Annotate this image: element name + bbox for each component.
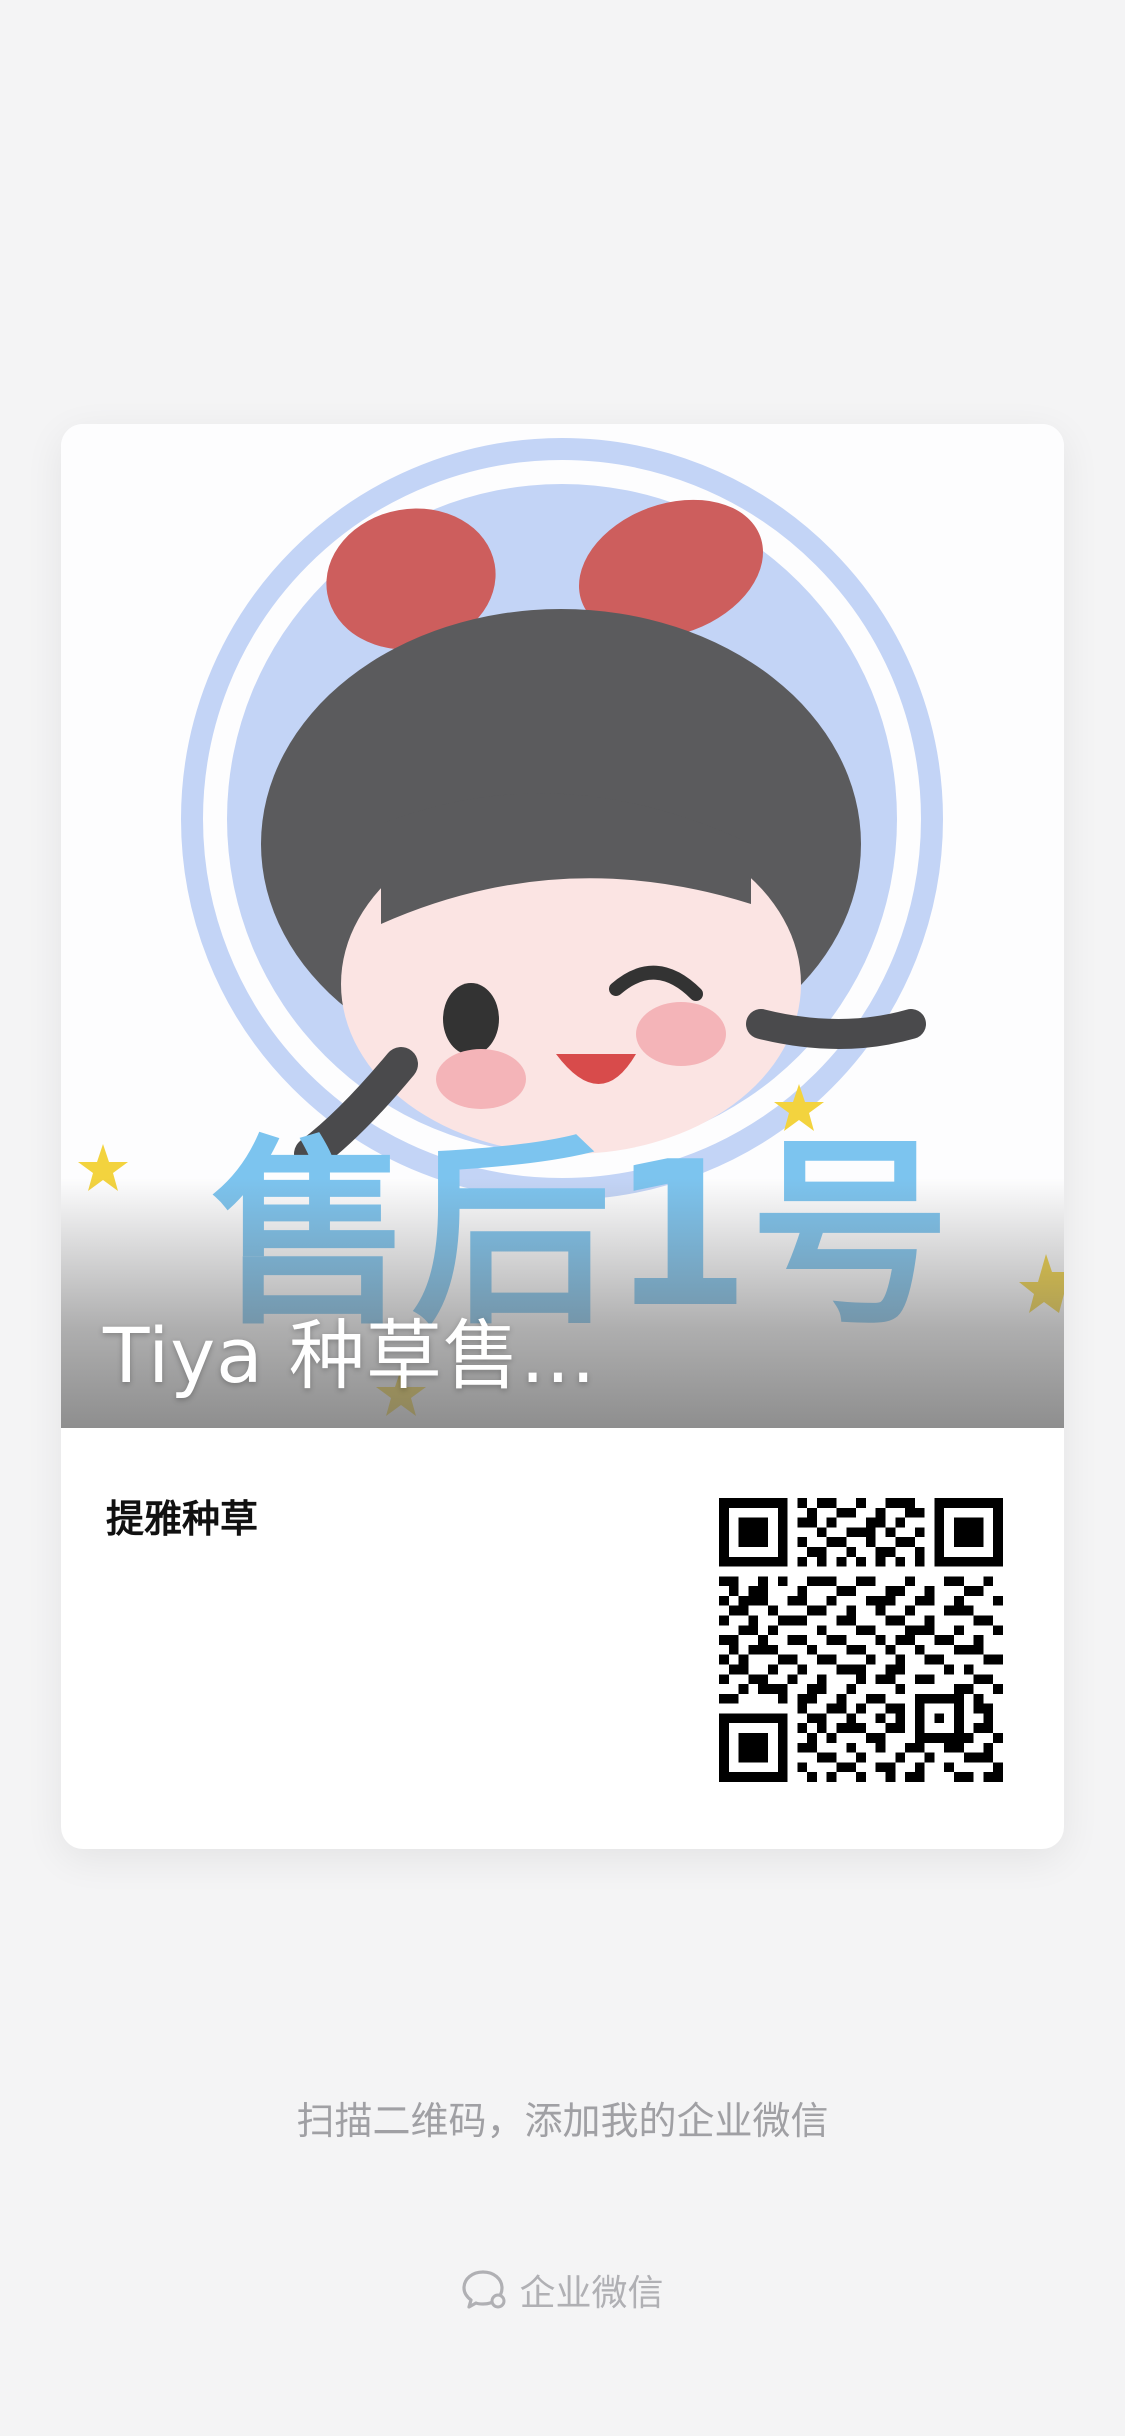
wecom-logo-icon — [462, 2270, 506, 2309]
scan-hint-text: 扫描二维码，添加我的企业微信 — [296, 2099, 829, 2143]
qr-code[interactable] — [719, 1498, 1003, 1782]
company-name: 提雅种草 — [106, 1497, 259, 1541]
wecom-brand-label: 企业微信 — [519, 2273, 664, 2314]
wecom-brand: 企业微信 — [0, 2264, 1125, 2316]
contact-card: 售后1号 Tiya 种草售… 提雅种草 — [61, 424, 1064, 1849]
cover-image: 售后1号 Tiya 种草售… — [61, 424, 1064, 1428]
cover-title: Tiya 种草售… — [103, 1311, 597, 1400]
